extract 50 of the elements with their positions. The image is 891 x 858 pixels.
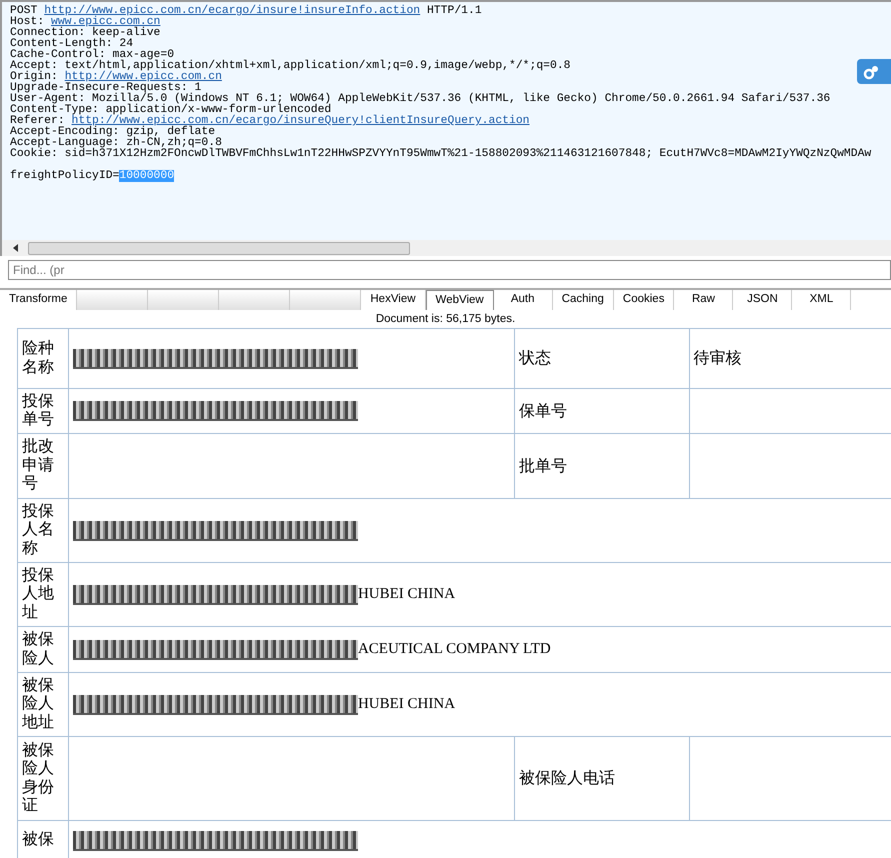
field-label: 状态 [514, 328, 690, 388]
field-value: 待审核 [694, 350, 742, 367]
request-line: Cookie: sid=h371X12Hzm2FOncwDlTWBVFmChhsLw1nT22HHwSPZVYYnT95WmwT%21-158802093%211463121607848; EcutH7WVc8=MDAwM2IyYWQzNzQwMDAw [10, 149, 872, 160]
request-line: Upgrade-Insecure-Requests: 1 [10, 83, 202, 94]
tab[interactable]: Raw [674, 290, 734, 310]
field-label: 被保险人地址 [18, 672, 68, 736]
field-label: 批单号 [514, 434, 690, 498]
field-value: HUBEI CHINA [358, 696, 456, 713]
tab[interactable]: JSON [733, 290, 792, 310]
field-value: HUBEI CHINA [358, 586, 456, 603]
request-line: POST http://www.epicc.com.cn/ecargo/insure!insureInfo.action HTTP/1.1 [10, 6, 482, 17]
request-line: User-Agent: Mozilla/5.0 (Windows NT 6.1; WOW64) AppleWebKit/537.36 (KHTML, like Gecko) Chrome/50.0.2661.94 Safari/537.36 [10, 94, 830, 105]
field-label: 被保险人身份证 [18, 736, 68, 820]
request-line: Accept: text/html,application/xhtml+xml,application/xml;q=0.9,image/webp,*/*;q=0.8 [10, 61, 571, 72]
request-line: Origin: http://www.epicc.com.cn [10, 72, 222, 83]
field-label: 投保人地址 [18, 562, 68, 626]
redacted-tab[interactable] [219, 290, 290, 310]
scrollbar-thumb[interactable] [28, 242, 410, 254]
request-line: Host: www.epicc.com.cn [10, 17, 160, 28]
request-line: Content-Type: application/x-www-form-urlencoded [10, 105, 332, 116]
field-label: 被保险人 [18, 626, 68, 672]
link-icon [863, 64, 881, 80]
field-label: 批改申请号 [18, 434, 68, 498]
field-label: 被保险人电话 [514, 736, 690, 820]
request-line: Accept-Encoding: gzip, deflate [10, 127, 216, 138]
field-label: 投保单号 [18, 388, 68, 434]
tab[interactable]: WebView [426, 290, 494, 310]
link-button[interactable] [857, 59, 891, 84]
request-line: freightPolicyID=10000000 [10, 171, 174, 182]
field-label: 被保 [18, 820, 68, 858]
redacted-tab[interactable] [77, 290, 148, 310]
field-label: 投保人名称 [18, 498, 68, 562]
tab[interactable]: XML [792, 290, 852, 310]
request-line: Content-Length: 24 [10, 39, 134, 50]
request-line: Cache-Control: max-age=0 [10, 50, 174, 61]
tab[interactable]: Caching [552, 290, 614, 310]
request-line: Referer: http://www.epicc.com.cn/ecargo/insureQuery!clientInsureQuery.action [10, 116, 530, 127]
redacted-tab[interactable] [148, 290, 220, 310]
horizontal-scrollbar[interactable] [0, 240, 891, 256]
field-label: 险种名称 [18, 328, 68, 388]
request-line: Accept-Language: zh-CN,zh;q=0.8 [10, 138, 222, 149]
left-arrow-icon[interactable] [12, 244, 20, 252]
field-label: 保单号 [514, 388, 690, 434]
redacted-tab[interactable] [290, 290, 362, 310]
field-value: ACEUTICAL COMPANY LTD [358, 641, 551, 658]
tab[interactable]: Auth [494, 290, 553, 310]
tab[interactable]: Cookies [614, 290, 674, 310]
request-line: Connection: keep-alive [10, 28, 160, 39]
find-field[interactable]: Find... (pr [8, 260, 891, 280]
document-size-text: Document is: 56,175 bytes. [374, 312, 516, 327]
